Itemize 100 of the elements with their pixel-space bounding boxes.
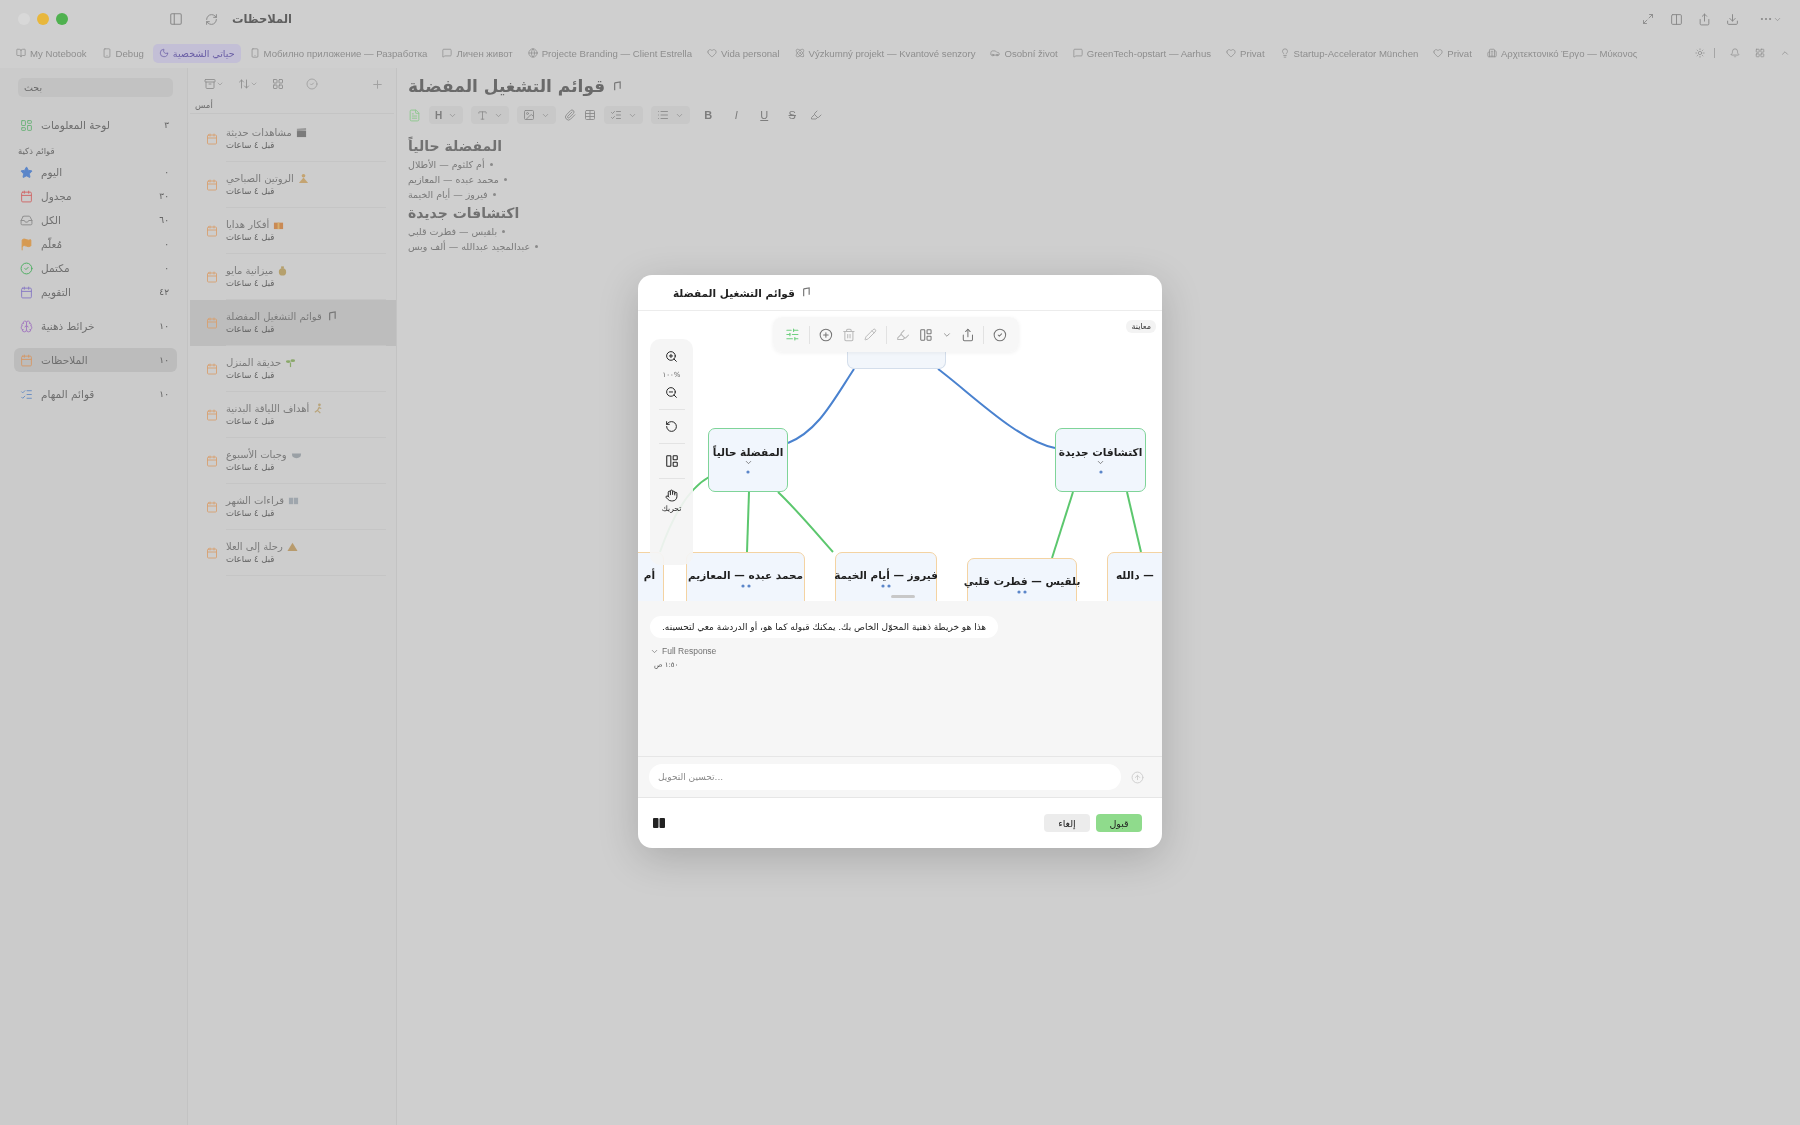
text-size-icon[interactable]: [477, 109, 489, 121]
download-icon[interactable]: [1726, 12, 1739, 26]
format-button[interactable]: S: [782, 109, 803, 121]
attachment-icon[interactable]: [564, 109, 577, 121]
chevron-down-icon[interactable]: [250, 80, 258, 88]
notebook-tab[interactable]: Vida personal: [701, 43, 786, 63]
accept-button[interactable]: قبول: [1096, 814, 1142, 832]
chevron-down-icon[interactable]: [1096, 458, 1105, 467]
format-button[interactable]: I: [726, 109, 747, 121]
sidebar-item[interactable]: التقويم ٤٢: [14, 280, 177, 304]
format-button[interactable]: B: [698, 109, 719, 121]
sync-icon[interactable]: [205, 12, 218, 26]
notebook-tab[interactable]: Privat: [1427, 43, 1478, 63]
grid-icon[interactable]: [272, 78, 284, 90]
notebook-tab[interactable]: My Notebook: [10, 43, 93, 63]
layout-icon[interactable]: [664, 454, 679, 468]
hand-icon[interactable]: [665, 489, 678, 502]
share-icon[interactable]: [1698, 12, 1711, 26]
atom-icon: [794, 48, 805, 58]
note-item[interactable]: أفكار هدايا قبل ٤ ساعات: [190, 208, 396, 254]
mind-map-node[interactable]: فيروز — أيام الخيمة: [835, 552, 937, 601]
note-title: ميزانية مايو: [226, 265, 274, 276]
reset-icon[interactable]: [665, 420, 678, 433]
share-icon[interactable]: [960, 327, 975, 342]
note-item[interactable]: رحلة إلى العلا قبل ٤ ساعات: [190, 530, 396, 576]
document-icon[interactable]: [408, 108, 421, 122]
add-icon[interactable]: [371, 77, 384, 91]
sidebar-item[interactable]: مُعلّم ٠: [14, 232, 177, 256]
notebook-tab[interactable]: Osobní život: [984, 43, 1064, 63]
table-icon[interactable]: [584, 109, 597, 121]
grid-icon[interactable]: [1755, 48, 1765, 58]
heart-icon: [1226, 48, 1237, 58]
sidebar-item[interactable]: خرائط ذهنية ١٠: [14, 314, 177, 338]
note-item[interactable]: مشاهدات حديثة قبل ٤ ساعات: [190, 116, 396, 162]
note-item[interactable]: أهداف اللياقة البدنية قبل ٤ ساعات: [190, 392, 396, 438]
notebook-tab[interactable]: Αρχιτεκτονικό Έργο — Μύκονος: [1480, 43, 1644, 63]
note-item[interactable]: قوائم التشغيل المفضلة قبل ٤ ساعات: [190, 300, 396, 346]
split-view-icon[interactable]: [653, 818, 665, 828]
zoom-out-icon[interactable]: [665, 386, 678, 399]
chevron-down-icon[interactable]: [743, 458, 753, 467]
zoom-button[interactable]: [56, 13, 68, 25]
note-icon: [206, 409, 218, 421]
sidebar-item[interactable]: اليوم ٠: [14, 160, 177, 184]
note-item[interactable]: حديقة المنزل قبل ٤ ساعات: [190, 346, 396, 392]
notebook-tab[interactable]: Личен живот: [436, 43, 519, 63]
notebook-tab[interactable]: Startup-Accelerator München: [1273, 43, 1425, 63]
send-icon[interactable]: [1131, 770, 1144, 784]
list-icon[interactable]: [657, 109, 670, 121]
notebook-tab[interactable]: Мобилно приложение — Разработка: [243, 43, 434, 63]
chevron-up-icon[interactable]: [1780, 48, 1790, 58]
chevron-down-icon[interactable]: [216, 80, 224, 88]
pencil-icon[interactable]: [864, 328, 878, 341]
tray-icon[interactable]: [204, 78, 216, 90]
notebook-tab[interactable]: GreenTech-opstart — Aarhus: [1066, 43, 1218, 63]
note-item[interactable]: قراءات الشهر قبل ٤ ساعات: [190, 484, 396, 530]
note-item[interactable]: الروتين الصباحي قبل ٤ ساعات: [190, 162, 396, 208]
lightbulb-icon: [1279, 48, 1290, 58]
mind-map-node[interactable]: اكتشافات جديدة: [1055, 428, 1146, 492]
notebook-tab[interactable]: حياتي الشخصية: [152, 43, 241, 63]
list-item: عبدالمجيد عبدالله — ألف وبس: [408, 241, 531, 252]
layout-icon[interactable]: [918, 327, 933, 342]
preview-label[interactable]: معاينة: [1126, 320, 1156, 333]
sun-icon[interactable]: [1695, 48, 1705, 58]
note-item[interactable]: وجبات الأسبوع قبل ٤ ساعات: [190, 438, 396, 484]
sidebar-item[interactable]: مكتمل ٠: [14, 256, 177, 280]
notebook-tab[interactable]: Debug: [95, 43, 150, 63]
cancel-button[interactable]: إلغاء: [1044, 814, 1090, 832]
sliders-icon[interactable]: [785, 327, 800, 342]
add-icon[interactable]: [818, 327, 833, 342]
resize-handle[interactable]: [891, 595, 915, 598]
message-field[interactable]: تحسين التحويل...: [649, 764, 1121, 790]
trash-icon[interactable]: [841, 327, 856, 342]
sidebar-item[interactable]: قوائم المهام ١٠: [14, 382, 177, 406]
sidebar-item[interactable]: مجدول ٣٠: [14, 184, 177, 208]
zoom-in-icon[interactable]: [665, 350, 678, 363]
minimize-button[interactable]: [37, 13, 49, 25]
check-circle-icon[interactable]: [993, 327, 1008, 342]
highlighter-icon[interactable]: [896, 327, 910, 342]
sidebar-toggle-icon[interactable]: [169, 12, 183, 26]
check-circle-icon[interactable]: [306, 78, 318, 90]
connector-line: [746, 491, 750, 553]
expand-icon[interactable]: [1642, 13, 1654, 25]
highlighter-icon[interactable]: [810, 109, 823, 121]
notebook-tab[interactable]: Privat: [1220, 43, 1271, 63]
sidebar-item[interactable]: الملاحظات ١٠: [14, 348, 177, 372]
notebook-tab[interactable]: Výzkumný projekt — Kvantové senzory: [788, 43, 982, 63]
format-button[interactable]: U: [754, 109, 775, 121]
mind-map-node[interactable]: المفضلة حالياً: [708, 428, 788, 492]
sidebar-item[interactable]: لوحة المعلومات ٣: [14, 113, 177, 137]
mind-map-node[interactable]: محمد عبده — المعازيم: [686, 552, 805, 601]
full-response-toggle[interactable]: Full Response: [650, 646, 717, 656]
mind-map-node[interactable]: دالله —: [1107, 552, 1162, 601]
mind-map-node[interactable]: [847, 352, 946, 369]
sidebar-item[interactable]: الكل ٦٠: [14, 208, 177, 232]
sort-icon[interactable]: [238, 78, 250, 90]
search-field[interactable]: بحث: [18, 78, 173, 97]
bell-icon[interactable]: [1730, 48, 1740, 58]
checklist-icon[interactable]: [610, 109, 623, 121]
image-icon[interactable]: [523, 109, 536, 121]
heading-button[interactable]: H: [435, 109, 443, 121]
